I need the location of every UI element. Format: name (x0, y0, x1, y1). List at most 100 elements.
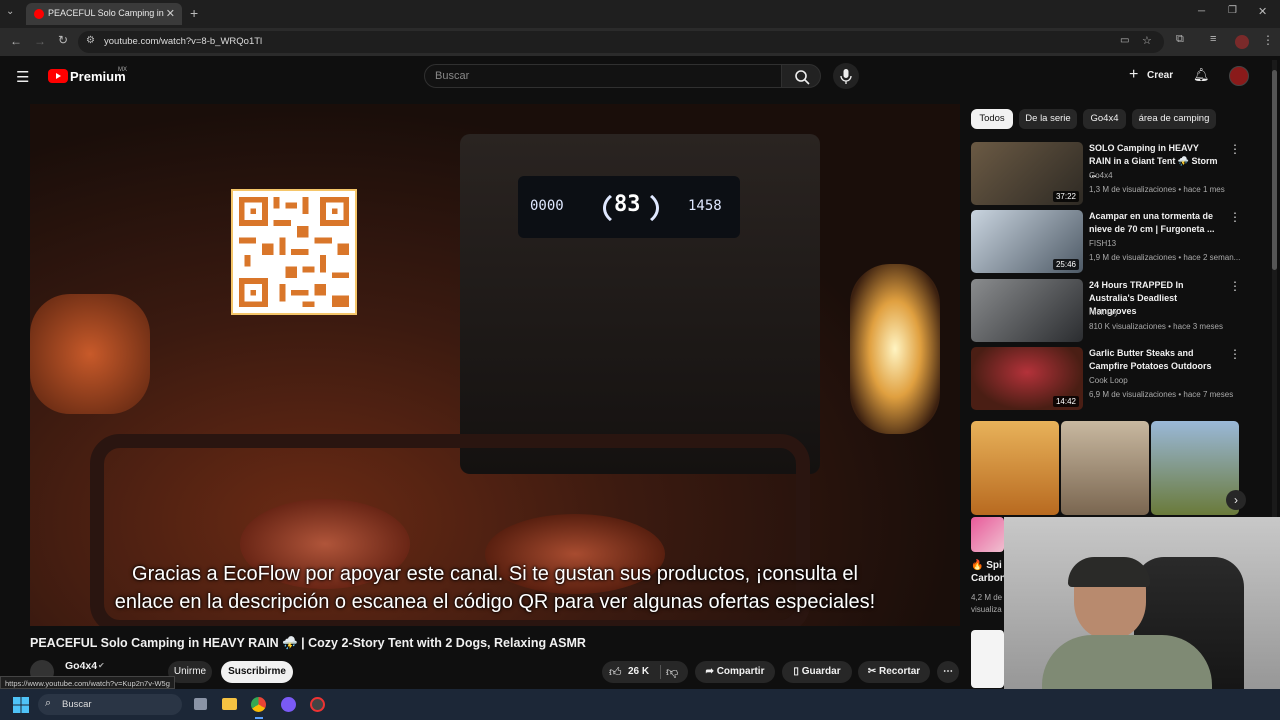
new-tab-button[interactable]: + (190, 5, 198, 21)
recommendation-channel[interactable]: Go4x4 (1089, 171, 1113, 180)
recommendation-title[interactable]: Garlic Butter Steaks and Campfire Potato… (1089, 347, 1219, 373)
media-control-icon[interactable]: ≡ (1210, 33, 1216, 45)
window-close-icon[interactable]: ✕ (1258, 5, 1267, 18)
forward-icon[interactable]: → (34, 34, 46, 48)
taskbar-search-box[interactable]: ⌕ Buscar (38, 694, 182, 715)
save-label: Guardar (801, 666, 841, 677)
bookmark-star-icon[interactable]: ☆ (1142, 34, 1152, 47)
chip-go4x4[interactable]: Go4x4 (1083, 109, 1126, 129)
recommendation-channel[interactable]: Cook Loop (1089, 376, 1128, 385)
subscribe-button[interactable]: Suscribirme (221, 661, 293, 683)
clip-label: Recortar (879, 666, 921, 677)
chip-area-de-camping[interactable]: área de camping (1132, 109, 1216, 129)
extensions-icon[interactable]: ⧉ (1176, 33, 1184, 46)
account-avatar[interactable] (1229, 66, 1249, 86)
short-thumbnail[interactable] (971, 421, 1059, 515)
more-actions-button[interactable]: ⋯ (937, 661, 959, 683)
recommendation-item[interactable]: 14:42 Garlic Butter Steaks and Campfire … (971, 347, 1241, 411)
short-thumbnail[interactable] (971, 630, 1004, 688)
video-title: PEACEFUL Solo Camping in HEAVY RAIN ⛈️ |… (30, 636, 586, 650)
search-button[interactable] (781, 64, 821, 88)
recommendation-title[interactable]: Acampar en una tormenta de nieve de 70 c… (1089, 210, 1219, 236)
short-title-line: 🔥 Spi (971, 560, 1002, 571)
lcd-output-value: 1458 (688, 198, 722, 214)
site-info-icon[interactable]: ⚙ (86, 35, 95, 46)
profile-avatar[interactable] (1235, 35, 1249, 49)
youtube-logo-icon[interactable] (48, 69, 68, 83)
share-icon: ➦ (705, 666, 714, 677)
clip-button[interactable]: ✂ Recortar (858, 661, 930, 683)
video-thumbnail[interactable]: 14:42 (971, 347, 1083, 410)
short-meta-line: visualiza (971, 605, 1002, 614)
more-options-icon[interactable]: ⋮ (1229, 210, 1241, 224)
youtube-favicon-icon (34, 9, 44, 19)
shorts-next-arrow-icon[interactable]: › (1226, 490, 1246, 510)
video-caption: Gracias a EcoFlow por apoyar este canal.… (30, 560, 960, 616)
recommendation-channel[interactable]: Nick Fry (1089, 308, 1118, 317)
obs-icon[interactable] (310, 697, 325, 712)
more-options-icon[interactable]: ⋮ (1229, 279, 1241, 293)
chip-todos[interactable]: Todos (971, 109, 1013, 129)
windows-start-icon[interactable] (13, 697, 29, 713)
share-label: Compartir (716, 666, 765, 677)
plus-icon: + (1129, 66, 1139, 83)
like-dislike-group: 👍︎ 26 K 👎︎ (602, 661, 688, 683)
save-icon: ▯ (793, 666, 799, 677)
youtube-header: ☰ Premium MX Buscar + Crear 🔔︎ (0, 56, 1280, 98)
short-title-partial[interactable]: 🔥 Spi Carbon (971, 559, 1006, 585)
recommendation-item[interactable]: 37:22 SOLO Camping in HEAVY RAIN in a Gi… (971, 142, 1241, 206)
recommendation-meta: 1,9 M de visualizaciones • hace 2 seman.… (1089, 253, 1241, 262)
browser-tab-bar: ⌄ PEACEFUL Solo Camping in HE ✕ + ─ ❐ ✕ (0, 0, 1280, 28)
voice-search-button[interactable] (833, 63, 859, 89)
file-explorer-icon[interactable] (222, 698, 237, 710)
dislike-icon[interactable]: 👎︎ (666, 661, 678, 683)
video-thumbnail[interactable] (971, 279, 1083, 342)
tab-title: PEACEFUL Solo Camping in HE (48, 8, 164, 18)
qr-code-icon (233, 191, 355, 313)
channel-name[interactable]: Go4x4 (65, 660, 97, 672)
scrollbar-thumb[interactable] (1272, 70, 1277, 270)
tab-list-icon[interactable]: ⌄ (6, 6, 14, 17)
address-bar[interactable]: ⚙ youtube.com/watch?v=8-b_WRQo1Tl ▭ ☆ (78, 31, 1164, 53)
short-thumbnail[interactable] (971, 517, 1004, 552)
more-options-icon[interactable]: ⋮ (1229, 142, 1241, 156)
hamburger-menu-icon[interactable]: ☰ (16, 68, 29, 86)
short-thumbnail[interactable] (1061, 421, 1149, 515)
back-icon[interactable]: ← (10, 34, 22, 48)
microphone-icon (840, 69, 852, 84)
link-status-bar: https://www.youtube.com/watch?v=Kup2n7v-… (0, 676, 175, 689)
short-meta-partial: 4,2 M de visualiza (971, 592, 1002, 616)
notifications-bell-icon[interactable]: 🔔︎ (1193, 67, 1210, 83)
tab-close-icon[interactable]: ✕ (166, 7, 175, 20)
video-thumbnail[interactable]: 37:22 (971, 142, 1083, 205)
like-count[interactable]: 26 K (628, 661, 649, 683)
discord-icon[interactable] (281, 697, 296, 712)
task-view-icon[interactable] (194, 698, 207, 710)
save-button[interactable]: ▯ Guardar (782, 661, 852, 683)
video-thumbnail[interactable]: 25:46 (971, 210, 1083, 273)
short-title-line: Carbon (971, 573, 1006, 584)
more-options-icon[interactable]: ⋮ (1229, 347, 1241, 361)
like-icon[interactable]: 👍︎ (609, 661, 622, 683)
create-button[interactable]: + Crear (1124, 65, 1176, 87)
browser-tab-active[interactable]: PEACEFUL Solo Camping in HE ✕ (26, 3, 182, 25)
recommendation-item[interactable]: 25:46 Acampar en una tormenta de nieve d… (971, 210, 1241, 274)
chrome-icon[interactable] (251, 697, 266, 712)
create-label: Crear (1147, 70, 1174, 81)
video-player[interactable]: 0000 83 1458 Gracias a EcoFlow por apoya… (30, 104, 960, 626)
recommendation-channel[interactable]: FISH13 (1089, 239, 1116, 248)
reload-icon[interactable]: ↻ (58, 33, 68, 47)
maximize-icon[interactable]: ❐ (1228, 5, 1237, 16)
cast-icon[interactable]: ▭ (1120, 35, 1129, 46)
food-container-image (30, 294, 150, 414)
chip-de-la-serie[interactable]: De la serie (1019, 109, 1077, 129)
caption-line: Gracias a EcoFlow por apoyar este canal.… (132, 563, 858, 585)
recommendation-item[interactable]: 24 Hours TRAPPED In Australia's Deadlies… (971, 279, 1241, 343)
recommendation-meta: 810 K visualizaciones • hace 3 meses (1089, 322, 1223, 331)
minimize-icon[interactable]: ─ (1198, 6, 1205, 17)
share-button[interactable]: ➦ Compartir (695, 661, 775, 683)
search-input[interactable]: Buscar (424, 64, 782, 88)
browser-toolbar: ← → ↻ ⚙ youtube.com/watch?v=8-b_WRQo1Tl … (0, 28, 1280, 56)
divider (660, 665, 661, 679)
browser-menu-icon[interactable]: ⋮ (1262, 33, 1274, 47)
